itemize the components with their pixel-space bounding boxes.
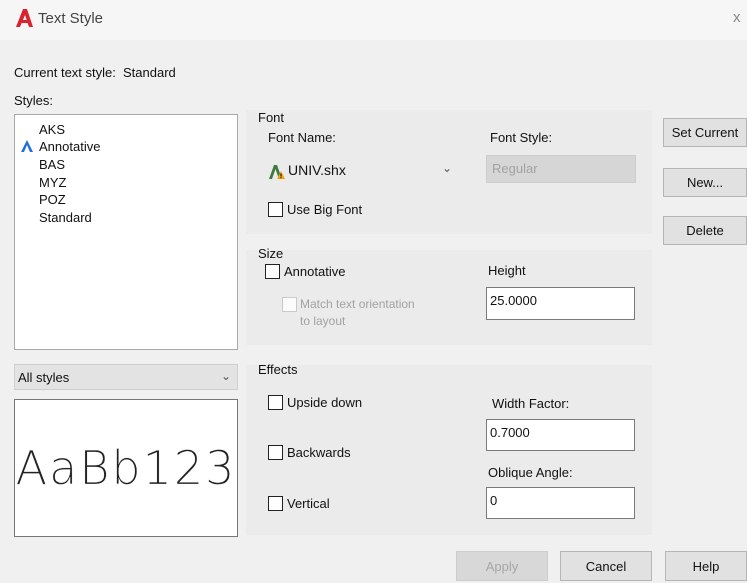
- list-item[interactable]: MYZ: [39, 175, 66, 190]
- styles-filter-value: All styles: [18, 370, 70, 385]
- annotative-icon: [21, 140, 33, 152]
- width-factor-value: 0.7000: [490, 425, 530, 440]
- backwards-checkbox[interactable]: [268, 445, 283, 460]
- font-style-label: Font Style:: [490, 130, 553, 145]
- delete-button[interactable]: Delete: [663, 216, 747, 245]
- effects-group-label: Effects: [258, 362, 298, 377]
- set-current-button[interactable]: Set Current: [663, 118, 747, 147]
- list-item[interactable]: Annotative: [39, 139, 100, 154]
- height-input[interactable]: 25.0000: [486, 287, 635, 320]
- current-style-value: Standard: [123, 65, 176, 80]
- vertical-checkbox[interactable]: [268, 496, 283, 511]
- chevron-down-icon: ⌄: [442, 161, 453, 175]
- apply-button[interactable]: Apply: [456, 551, 548, 581]
- vertical-label: Vertical: [287, 496, 330, 511]
- oblique-angle-input[interactable]: 0: [486, 487, 635, 519]
- style-preview: AaBb123: [14, 399, 238, 537]
- font-name-value: UNIV.shx: [288, 162, 346, 178]
- font-group-label: Font: [258, 110, 285, 125]
- cancel-button[interactable]: Cancel: [560, 551, 652, 581]
- width-factor-input[interactable]: 0.7000: [486, 419, 635, 451]
- preview-text: AaBb123: [15, 441, 237, 495]
- new-button[interactable]: New...: [663, 168, 747, 197]
- font-style-value: Regular: [492, 161, 538, 176]
- current-style-label: Current text style:: [14, 65, 116, 80]
- oblique-angle-label: Oblique Angle:: [488, 465, 573, 480]
- styles-label: Styles:: [14, 93, 54, 108]
- match-orientation-checkbox[interactable]: [282, 297, 297, 312]
- window-title: Text Style: [38, 10, 104, 27]
- title-bar: [0, 0, 747, 40]
- list-item[interactable]: AKS: [39, 122, 65, 137]
- use-big-font-checkbox[interactable]: [268, 202, 283, 217]
- autocad-logo-icon: [16, 9, 33, 27]
- size-group-label: Size: [258, 246, 284, 261]
- height-label: Height: [488, 263, 526, 278]
- shx-font-icon: [269, 165, 285, 179]
- annotative-checkbox[interactable]: [265, 264, 280, 279]
- match-orientation-label: Match text orientation: [300, 297, 415, 311]
- upside-down-checkbox[interactable]: [268, 395, 283, 410]
- use-big-font-label: Use Big Font: [287, 202, 363, 217]
- list-item[interactable]: POZ: [39, 192, 66, 207]
- height-value: 25.0000: [490, 293, 537, 308]
- close-icon[interactable]: x: [733, 9, 741, 26]
- font-name-dropdown[interactable]: UNIV.shx ⌄: [266, 158, 470, 184]
- styles-filter-dropdown[interactable]: All styles ⌄: [14, 364, 238, 390]
- upside-down-label: Upside down: [287, 395, 363, 410]
- annotative-label: Annotative: [284, 264, 346, 279]
- chevron-down-icon: ⌄: [220, 369, 231, 383]
- backwards-label: Backwards: [287, 445, 351, 460]
- styles-list[interactable]: AKS Annotative BAS MYZ POZ Standard: [14, 114, 238, 350]
- font-style-dropdown[interactable]: Regular: [486, 155, 636, 183]
- oblique-angle-value: 0: [490, 493, 498, 508]
- font-name-label: Font Name:: [268, 130, 336, 145]
- match-orientation-label-line2: to layout: [300, 314, 346, 328]
- list-item[interactable]: Standard: [39, 210, 92, 225]
- width-factor-label: Width Factor:: [492, 396, 570, 411]
- help-button[interactable]: Help: [665, 551, 747, 581]
- list-item[interactable]: BAS: [39, 157, 65, 172]
